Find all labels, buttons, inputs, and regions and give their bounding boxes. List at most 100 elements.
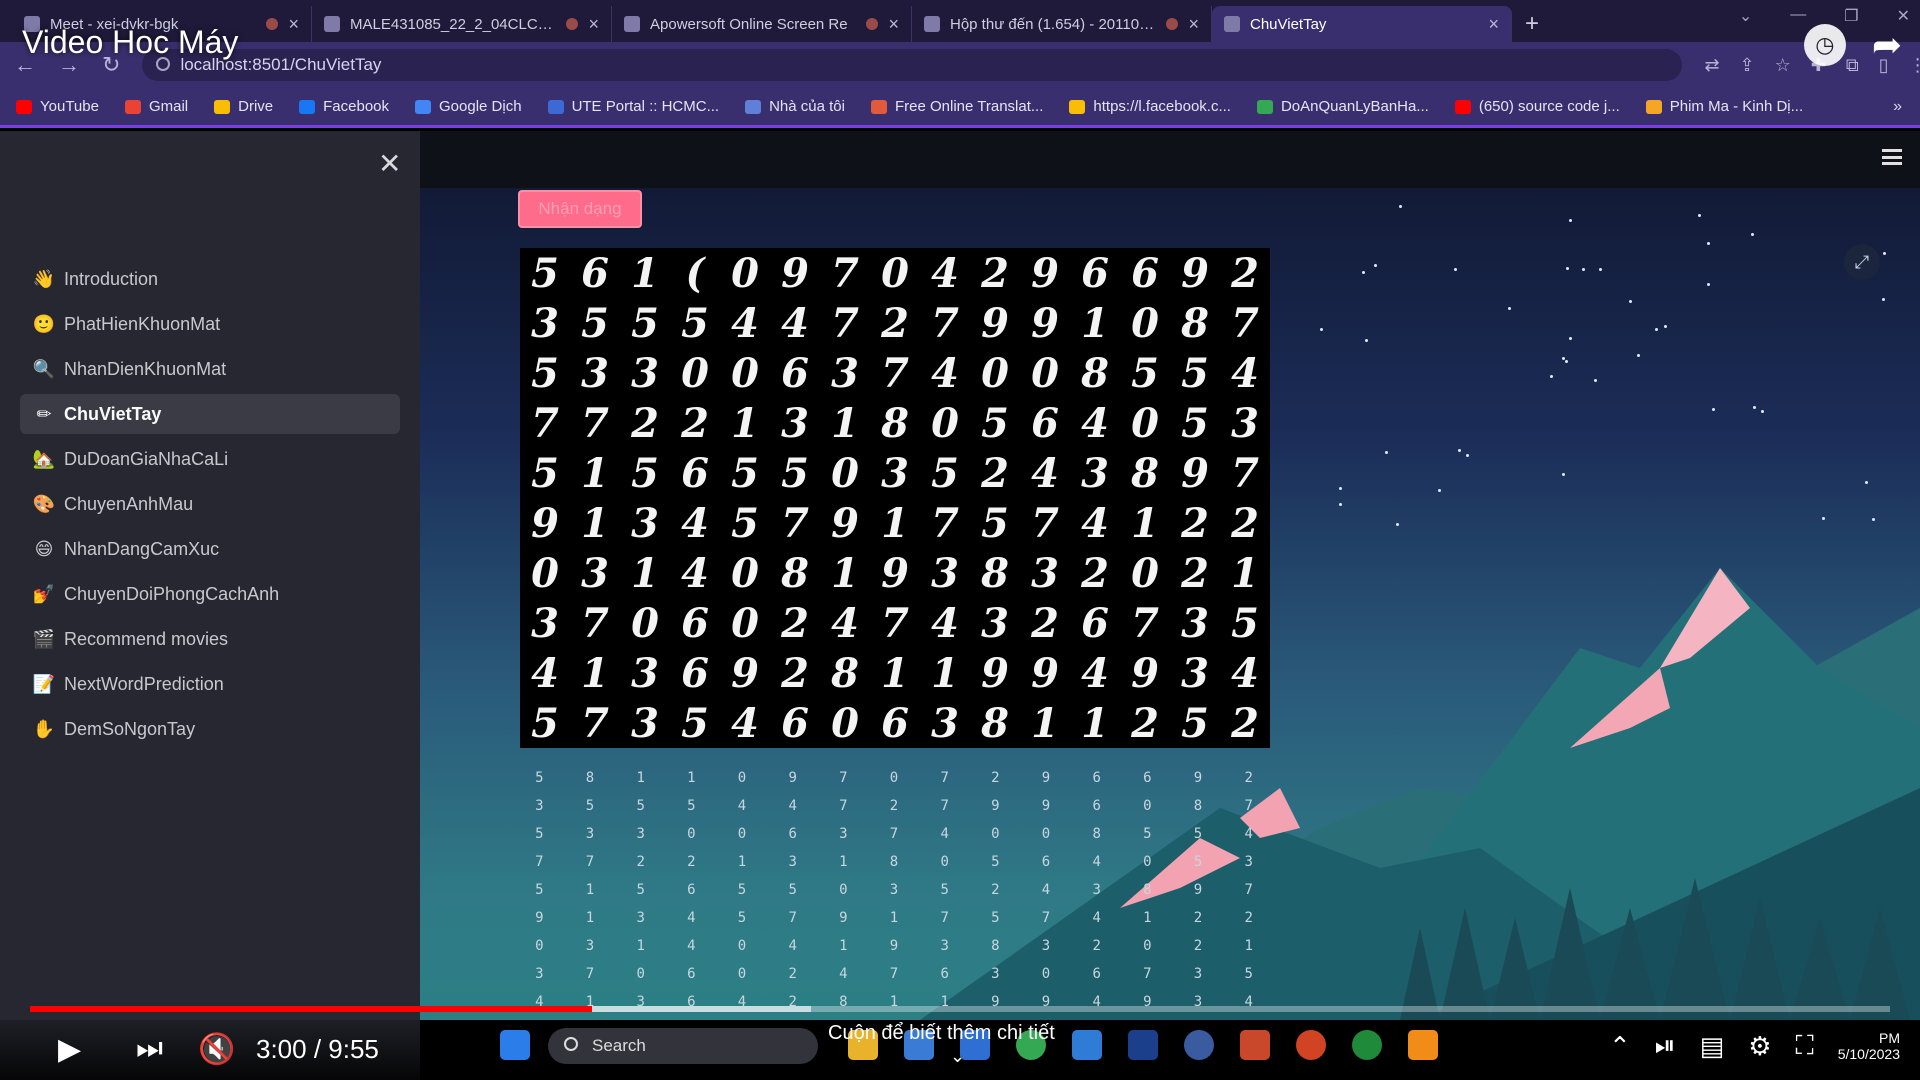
bookmark-favicon-icon bbox=[415, 99, 432, 114]
handwritten-digit: 8 bbox=[831, 649, 859, 697]
next-video-icon[interactable]: ⏭ bbox=[136, 1032, 163, 1066]
bookmark-item[interactable]: UTE Portal :: HCMC... bbox=[547, 98, 719, 115]
new-tab-button[interactable]: + bbox=[1512, 6, 1552, 42]
predicted-digit: 3 bbox=[889, 882, 899, 898]
recording-indicator-icon bbox=[1166, 18, 1179, 30]
muted-volume-icon[interactable]: 🔇 bbox=[198, 1032, 235, 1067]
handwritten-digit: 7 bbox=[1231, 449, 1259, 497]
translate-icon[interactable]: ⇄ bbox=[1704, 55, 1719, 76]
handwritten-digit: 5 bbox=[531, 249, 559, 297]
handwritten-digit: 9 bbox=[1181, 249, 1209, 297]
tray-chevron-icon[interactable]: ⌃ bbox=[1609, 1031, 1631, 1062]
play-icon[interactable]: ▶ bbox=[58, 1032, 81, 1067]
windows-start-icon[interactable] bbox=[500, 1030, 530, 1060]
sidebar-item-dudoangianhacali[interactable]: 🏡 DuDoanGiaNhaCaLi bbox=[20, 439, 400, 479]
handwritten-digit: 3 bbox=[1181, 599, 1209, 647]
restore-icon[interactable]: ❐ bbox=[1844, 6, 1858, 26]
close-tab-icon[interactable]: × bbox=[888, 14, 899, 35]
browser-tab[interactable]: MALE431085_22_2_04CLC: Nộp đ × bbox=[312, 6, 612, 42]
bookmark-favicon-icon bbox=[1069, 99, 1086, 114]
handwritten-digit: 0 bbox=[731, 249, 759, 297]
browser-tab[interactable]: Hộp thư đến (1.654) - 20110590 × bbox=[912, 6, 1212, 42]
sidebar-item-nhandangcamxuc[interactable]: 😄 NhanDangCamXuc bbox=[20, 529, 400, 569]
url-field[interactable]: localhost:8501/ChuVietTay bbox=[142, 49, 1683, 81]
handwritten-digit: 8 bbox=[881, 399, 909, 447]
browser-tab-bar: Meet - xei-dvkr-bgk × MALE431085_22_2_04CL… bbox=[0, 0, 1920, 42]
share-arrow-icon[interactable]: ➦ bbox=[1872, 24, 1902, 66]
bookmark-favicon-icon bbox=[1645, 99, 1662, 114]
sidebar-item-chuyendoiphongcachanh[interactable]: 💅 ChuyenDoiPhongCachAnh bbox=[20, 574, 400, 614]
handwritten-digit: 5 bbox=[531, 699, 559, 747]
chevron-down-icon[interactable]: ⌄ bbox=[1739, 6, 1752, 26]
predicted-digit: 9 bbox=[535, 910, 544, 926]
hamburger-menu-icon[interactable] bbox=[1882, 149, 1902, 165]
taskbar-search[interactable]: Search bbox=[548, 1028, 818, 1064]
sidebar-item-chuviettay[interactable]: ✏ ChuVietTay bbox=[20, 394, 400, 434]
handwritten-digit: 3 bbox=[931, 699, 959, 747]
predicted-digit: 2 bbox=[687, 854, 696, 870]
bookmark-item[interactable]: (650) source code j... bbox=[1454, 98, 1620, 115]
predicted-digit: 3 bbox=[535, 966, 544, 982]
sidebar-item-recommend-movies[interactable]: 🎬 Recommend movies bbox=[20, 619, 400, 659]
chevron-down-icon[interactable]: ⌄ bbox=[950, 1046, 965, 1067]
bookmark-item[interactable]: Facebook bbox=[299, 98, 389, 115]
sidebar-item-introduction[interactable]: 👋 Introduction bbox=[20, 259, 400, 299]
minimize-icon[interactable]: — bbox=[1790, 6, 1806, 26]
bookmark-item[interactable]: Free Online Translat... bbox=[870, 98, 1043, 115]
predicted-digit: 8 bbox=[1143, 882, 1152, 898]
app-icon[interactable] bbox=[1184, 1030, 1214, 1060]
watch-later-icon[interactable]: ◷ bbox=[1803, 24, 1846, 66]
bookmark-item[interactable]: Gmail bbox=[124, 98, 188, 115]
close-tab-icon[interactable]: × bbox=[288, 14, 299, 35]
video-progress-bar[interactable] bbox=[30, 1006, 1890, 1012]
video-title[interactable]: Video Hoc Máy bbox=[22, 24, 238, 61]
subtitles-icon[interactable]: ▤ bbox=[1700, 1031, 1725, 1062]
close-tab-icon[interactable]: × bbox=[1188, 14, 1199, 35]
bookmark-item[interactable]: Nhà của tôi bbox=[745, 98, 845, 115]
sidebar-item-phathienkhuonmat[interactable]: 🙂 PhatHienKhuonMat bbox=[20, 304, 400, 344]
predicted-digit: 5 bbox=[991, 854, 1000, 870]
snipping-tool-icon[interactable] bbox=[1240, 1030, 1270, 1060]
handwritten-digit: 4 bbox=[1081, 649, 1109, 697]
bookmark-item[interactable]: YouTube bbox=[16, 98, 99, 115]
browser-tab[interactable]: ChuVietTay × bbox=[1212, 6, 1512, 42]
bookmark-item[interactable]: https://l.facebook.c... bbox=[1069, 98, 1231, 115]
menu-dots-icon[interactable]: ⋮ bbox=[1909, 55, 1920, 76]
fullscreen-expand-icon[interactable]: ⤢ bbox=[1844, 244, 1880, 280]
recorder-icon[interactable] bbox=[1352, 1030, 1382, 1060]
more-bookmarks-icon[interactable]: » bbox=[1893, 98, 1902, 116]
predicted-digit: 7 bbox=[940, 798, 949, 814]
powerpoint-icon[interactable] bbox=[1296, 1030, 1326, 1060]
bookmark-star-icon[interactable]: ☆ bbox=[1775, 55, 1791, 76]
handwritten-digit: 2 bbox=[681, 399, 709, 447]
sidebar-item-chuyenanhmau[interactable]: 🎨 ChuyenAnhMau bbox=[20, 484, 400, 524]
predicted-digit: 3 bbox=[1092, 882, 1101, 898]
handwritten-digit: 8 bbox=[1081, 349, 1109, 397]
word-icon[interactable] bbox=[1072, 1030, 1102, 1060]
close-tab-icon[interactable]: × bbox=[1488, 14, 1499, 35]
handwritten-digit: 7 bbox=[831, 299, 859, 347]
handwritten-digit: 1 bbox=[581, 499, 609, 547]
close-tab-icon[interactable]: × bbox=[588, 14, 599, 35]
predicted-digit: 7 bbox=[788, 910, 797, 926]
settings-gear-icon[interactable]: ⚙ bbox=[1748, 1031, 1771, 1062]
sidebar-item-demsongontay[interactable]: ✋ DemSoNgonTay bbox=[20, 709, 400, 749]
autoplay-toggle-icon[interactable]: ⏯ bbox=[1655, 1030, 1676, 1062]
predicted-digit: 8 bbox=[889, 854, 899, 870]
pycharm-icon[interactable] bbox=[1128, 1030, 1158, 1060]
vlc-icon[interactable] bbox=[1408, 1030, 1438, 1060]
bookmark-item[interactable]: DoAnQuanLyBanHa... bbox=[1256, 98, 1429, 115]
bookmark-item[interactable]: Google Dịch bbox=[415, 98, 522, 115]
browser-tab[interactable]: Apowersoft Online Screen Re × bbox=[612, 6, 912, 42]
bookmark-item[interactable]: Drive bbox=[214, 98, 273, 115]
predicted-digit: 6 bbox=[1143, 770, 1152, 786]
sidebar-item-nhandienkhuonmat[interactable]: 🔍 NhanDienKhuonMat bbox=[20, 349, 400, 389]
close-sidebar-icon[interactable]: ✕ bbox=[378, 147, 401, 180]
close-window-icon[interactable]: ✕ bbox=[1897, 6, 1910, 26]
handwritten-digit: 0 bbox=[1131, 299, 1159, 347]
bookmark-item[interactable]: Phim Ma - Kinh Dị... bbox=[1645, 98, 1803, 115]
share-icon[interactable]: ⇪ bbox=[1740, 55, 1755, 76]
fullscreen-icon[interactable]: ⛶ bbox=[1796, 1030, 1814, 1062]
recognize-button[interactable]: Nhận dạng bbox=[518, 190, 642, 228]
sidebar-item-nextwordprediction[interactable]: 📝 NextWordPrediction bbox=[20, 664, 400, 704]
